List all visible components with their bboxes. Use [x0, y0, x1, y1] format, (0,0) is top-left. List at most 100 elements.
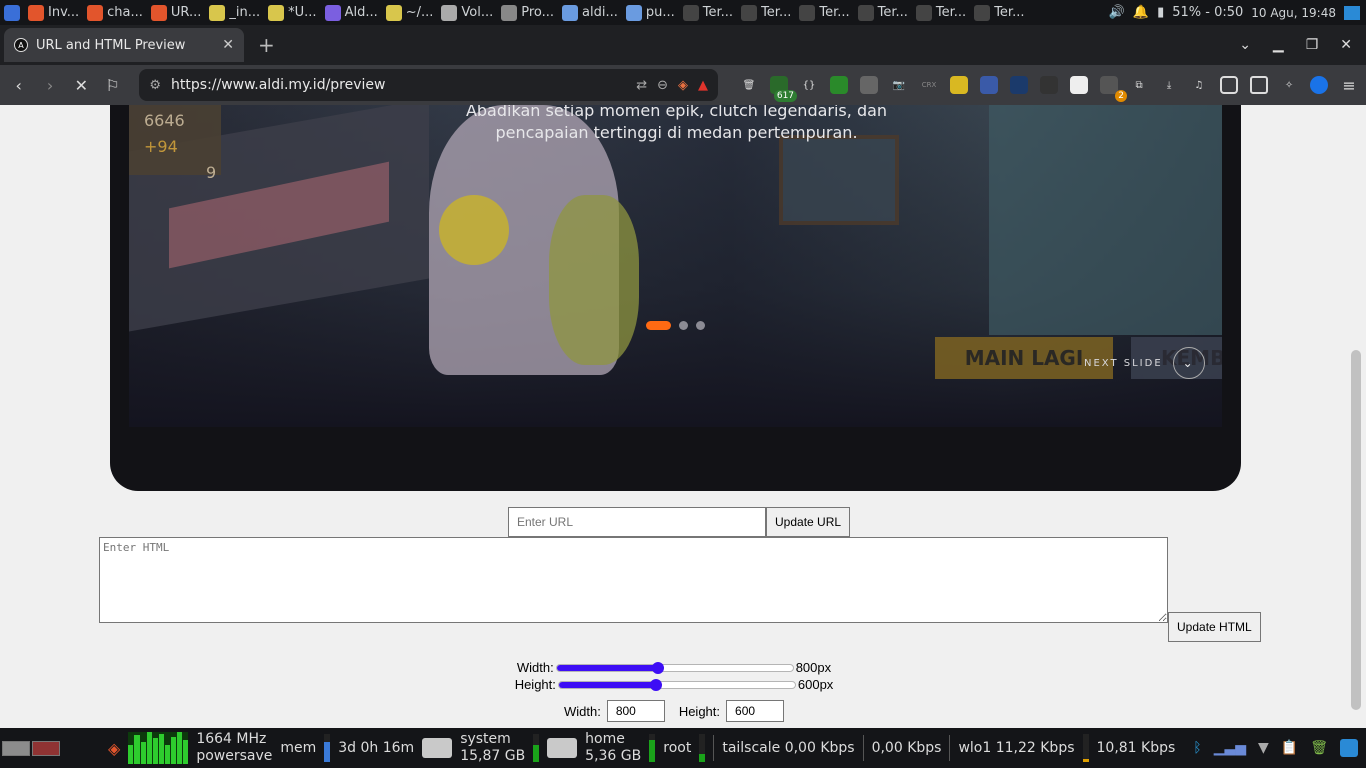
taskbar-app-icon: [741, 4, 758, 21]
green-extension-icon[interactable]: [830, 76, 849, 94]
url-text[interactable]: https://www.aldi.my.id/preview: [171, 77, 626, 93]
taskbar-item[interactable]: pu...: [622, 0, 679, 25]
zoom-icon[interactable]: ⊖: [657, 78, 668, 93]
taskbar-item[interactable]: Ter...: [912, 0, 970, 25]
taskbar-item[interactable]: Ter...: [737, 0, 795, 25]
forward-arrow-icon[interactable]: ›: [39, 74, 60, 96]
app-launcher[interactable]: [0, 0, 24, 25]
brave-rewards-icon[interactable]: ▲: [698, 78, 708, 93]
url-input[interactable]: [508, 507, 766, 537]
new-tab-plus-icon[interactable]: +: [258, 33, 275, 57]
address-bar[interactable]: ⚙ https://www.aldi.my.id/preview ⇄ ⊖ ◈ ▲: [139, 69, 719, 101]
width-slider-value: 800px: [795, 660, 832, 675]
profile-icon[interactable]: [1310, 76, 1329, 94]
uptime: 3d 0h 16m: [338, 740, 415, 756]
taskbar-item[interactable]: Ter...: [854, 0, 912, 25]
cursor-extension-icon[interactable]: [980, 76, 999, 94]
workspace-2[interactable]: [32, 740, 60, 756]
trash-extension-icon[interactable]: 🗑: [740, 76, 758, 94]
minimize-icon[interactable]: ▁: [1273, 37, 1284, 53]
height-slider[interactable]: [557, 678, 796, 691]
stop-loading-icon[interactable]: ✕: [71, 74, 92, 96]
x-extension-icon[interactable]: [1010, 76, 1029, 94]
bookmark-icon[interactable]: ⚐: [102, 74, 123, 96]
tab-list-chevron-icon[interactable]: ⌄: [1239, 37, 1251, 53]
taskbar-item[interactable]: Ter...: [970, 0, 1028, 25]
taskbar-item[interactable]: cha...: [83, 0, 147, 25]
launcher-icon: [4, 4, 20, 21]
taskbar-item[interactable]: Vol...: [437, 0, 497, 25]
music-icon[interactable]: ♫: [1190, 76, 1208, 94]
site-settings-icon[interactable]: ⚙: [149, 78, 161, 93]
taskbar-item[interactable]: Ter...: [679, 0, 737, 25]
tailscale-rate: tailscale 0,00 Kbps: [722, 740, 855, 756]
height-slider-handle[interactable]: [649, 678, 662, 691]
taskbar-item[interactable]: _in...: [205, 0, 264, 25]
memory-bar: [324, 734, 331, 762]
refresh-extension-icon[interactable]: 2: [1100, 76, 1128, 102]
taskbar-item[interactable]: ~/...: [382, 0, 438, 25]
json-extension-icon[interactable]: {}: [800, 76, 818, 94]
battery-icon[interactable]: ▮: [1157, 5, 1164, 20]
hero-bg-window: [779, 135, 899, 225]
maximize-icon[interactable]: ❐: [1306, 37, 1319, 53]
screen-x-icon[interactable]: [1340, 739, 1358, 757]
white-extension-icon[interactable]: [1070, 76, 1089, 94]
translate-icon[interactable]: ⇄: [636, 78, 647, 93]
width-slider-handle[interactable]: [651, 661, 664, 674]
height-number-input[interactable]: [726, 700, 785, 722]
brave-shield-icon[interactable]: ◈: [678, 78, 688, 93]
taskbar-item[interactable]: aldi...: [558, 0, 622, 25]
battery-status[interactable]: 51% - 0:50: [1172, 5, 1243, 20]
taskbar-item[interactable]: Pro...: [497, 0, 558, 25]
html-textarea[interactable]: [99, 537, 1168, 623]
puzzle-extensions-icon[interactable]: ⧉: [1130, 76, 1148, 94]
page-scrollbar[interactable]: [1348, 105, 1366, 728]
back-arrow-icon[interactable]: ‹: [8, 74, 29, 96]
next-slide-button[interactable]: NEXT SLIDE ⌄: [1084, 347, 1205, 379]
width-number-input[interactable]: [606, 700, 665, 722]
taskbar-item[interactable]: *U...: [264, 0, 320, 25]
slider-dot-2[interactable]: [679, 321, 688, 330]
download-icon[interactable]: ⤓: [1160, 76, 1178, 94]
update-html-button[interactable]: Update HTML: [1168, 612, 1261, 642]
window-close-icon[interactable]: ✕: [1340, 37, 1352, 53]
wlo1-rate: wlo1 11,22 Kbps: [958, 740, 1075, 756]
tab-close-icon[interactable]: ✕: [222, 37, 234, 53]
clock[interactable]: 10 Agu, 19:48: [1251, 6, 1336, 20]
trash-icon[interactable]: 🗑: [1310, 740, 1328, 756]
workspace-1[interactable]: [2, 740, 30, 756]
screen-icon[interactable]: [1344, 5, 1360, 20]
taskbar-item-label: cha...: [107, 5, 143, 20]
taskbar-item[interactable]: Ter...: [795, 0, 853, 25]
wlo1-rate-2: 10,81 Kbps: [1096, 740, 1176, 756]
bluetooth-icon[interactable]: ᛒ: [1193, 740, 1201, 756]
ublock-extension-icon[interactable]: 617: [770, 76, 798, 102]
volume-icon[interactable]: 🔊: [1109, 5, 1125, 20]
menu-icon[interactable]: ≡: [1340, 76, 1358, 95]
wallet-icon[interactable]: [1250, 76, 1269, 94]
next-slide-label: NEXT SLIDE: [1084, 357, 1163, 369]
taskbar-item[interactable]: Inv...: [24, 0, 83, 25]
update-url-button[interactable]: Update URL: [766, 507, 851, 537]
taskbar-item[interactable]: UR...: [147, 0, 205, 25]
leo-ai-icon[interactable]: ✧: [1280, 76, 1298, 94]
tab-url-html-preview[interactable]: A URL and HTML Preview ✕: [4, 28, 244, 62]
taskbar-item[interactable]: Ald...: [321, 0, 382, 25]
scrollbar-thumb[interactable]: [1351, 350, 1361, 710]
wifi-icon[interactable]: ▼: [1258, 740, 1269, 756]
width-slider[interactable]: [555, 661, 794, 674]
crx-extension-icon[interactable]: CRX: [920, 76, 938, 94]
dark-extension-icon[interactable]: [1040, 76, 1059, 94]
camera-extension-icon[interactable]: 📷: [890, 76, 908, 94]
brave-launcher-icon[interactable]: ◈: [108, 739, 120, 758]
yellow-extension-icon[interactable]: [950, 76, 969, 94]
slider-dot-1[interactable]: [646, 321, 671, 330]
notification-bell-icon[interactable]: 🔔: [1133, 5, 1149, 20]
signal-icon[interactable]: ▁▃▅: [1214, 740, 1246, 756]
sidebar-toggle-icon[interactable]: [1220, 76, 1239, 94]
slider-dot-3[interactable]: [696, 321, 705, 330]
clipboard-icon[interactable]: 📋: [1281, 740, 1298, 756]
home-disk-label: home: [585, 731, 625, 747]
shield-extension-icon[interactable]: [860, 76, 879, 94]
